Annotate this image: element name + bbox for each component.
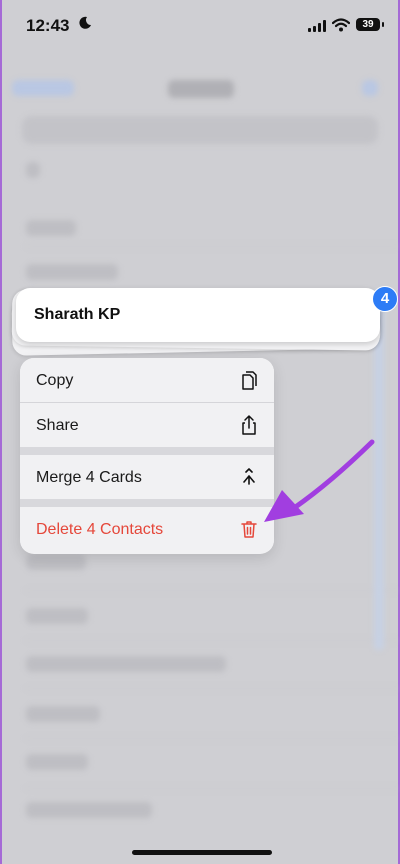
blurred-row bbox=[26, 220, 76, 236]
contact-name: Sharath KP bbox=[34, 306, 121, 323]
status-time: 12:43 bbox=[26, 16, 70, 35]
blurred-nav-bar bbox=[2, 60, 398, 100]
status-bar: 12:43 39 bbox=[2, 0, 398, 50]
blurred-divider bbox=[26, 246, 398, 247]
moon-icon bbox=[79, 16, 91, 29]
merge-icon bbox=[243, 468, 255, 485]
blurred-row bbox=[26, 656, 226, 672]
copy-icon bbox=[242, 371, 257, 390]
share-label: Share bbox=[36, 417, 79, 434]
blurred-divider bbox=[26, 590, 398, 591]
blurred-back-button bbox=[12, 80, 74, 96]
wifi-icon bbox=[332, 18, 350, 32]
blurred-section-header bbox=[26, 162, 40, 178]
blurred-add-button bbox=[362, 80, 378, 96]
share-menu-item[interactable]: Share bbox=[20, 403, 274, 447]
blurred-divider bbox=[26, 738, 398, 739]
merge-cards-label: Merge 4 Cards bbox=[36, 469, 142, 486]
trash-icon bbox=[241, 521, 257, 538]
blurred-row bbox=[26, 706, 100, 722]
context-menu: Copy Share Merge 4 Cards Delete 4 Contac… bbox=[20, 358, 274, 554]
blurred-title bbox=[168, 80, 234, 98]
menu-section-separator bbox=[20, 447, 274, 455]
home-indicator bbox=[132, 850, 272, 855]
cellular-signal-icon bbox=[308, 20, 326, 32]
share-icon bbox=[242, 415, 256, 435]
selected-count-badge: 4 bbox=[372, 286, 398, 312]
delete-contacts-menu-item[interactable]: Delete 4 Contacts bbox=[20, 507, 274, 551]
copy-menu-item[interactable]: Copy bbox=[20, 358, 274, 402]
blurred-row bbox=[26, 802, 152, 818]
annotation-arrow bbox=[264, 439, 375, 522]
delete-contacts-label: Delete 4 Contacts bbox=[36, 521, 164, 538]
menu-section-separator bbox=[20, 499, 274, 507]
blurred-divider bbox=[26, 688, 398, 689]
copy-label: Copy bbox=[36, 372, 74, 389]
blurred-divider bbox=[26, 640, 398, 641]
merge-cards-menu-item[interactable]: Merge 4 Cards bbox=[20, 455, 274, 499]
blurred-row bbox=[26, 264, 118, 280]
blurred-search-field bbox=[22, 116, 378, 144]
battery-nub bbox=[382, 22, 384, 27]
blurred-row bbox=[26, 608, 88, 624]
blurred-row bbox=[26, 754, 88, 770]
blurred-row bbox=[26, 554, 86, 570]
blurred-divider bbox=[26, 788, 398, 789]
battery-indicator: 39 bbox=[356, 18, 380, 31]
contact-preview-card[interactable]: Sharath KP bbox=[16, 288, 380, 342]
